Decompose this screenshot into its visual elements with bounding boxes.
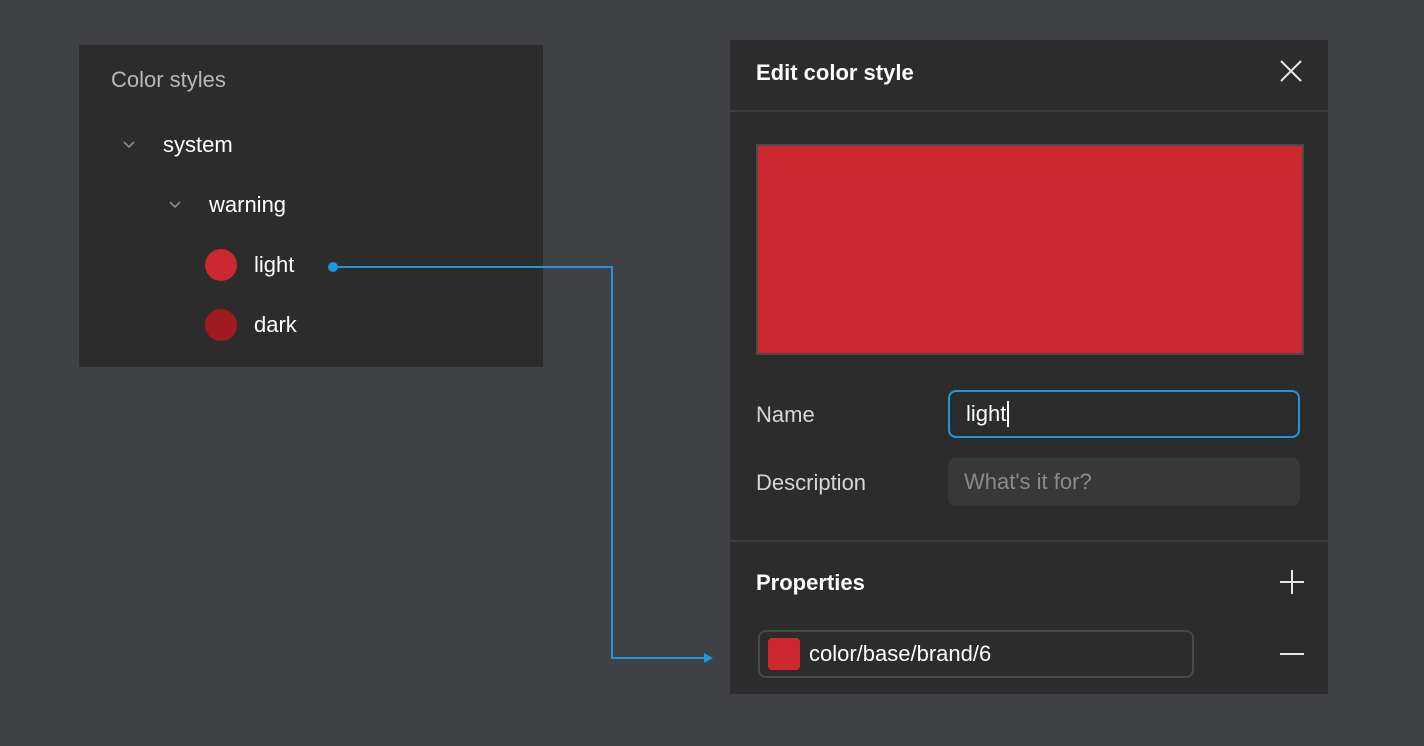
description-label: Description: [756, 470, 867, 495]
plus-icon[interactable]: [1278, 568, 1306, 596]
tree-item-light[interactable]: light: [205, 247, 294, 283]
divider: [730, 540, 1328, 542]
description-placeholder: What's it for?: [964, 469, 1092, 494]
tree-group-system[interactable]: system: [121, 127, 233, 163]
properties-title: Properties: [756, 570, 865, 595]
name-value: light: [966, 401, 1007, 426]
panel-title: Color styles: [111, 67, 226, 92]
tree-item-dark[interactable]: dark: [205, 307, 297, 343]
tree-item-label: light: [254, 252, 295, 277]
color-styles-panel: Color styles system warning light dark: [79, 45, 543, 367]
divider: [730, 110, 1328, 112]
description-input[interactable]: What's it for?: [948, 458, 1300, 506]
chevron-down-icon[interactable]: [121, 137, 137, 153]
text-caret: [1007, 401, 1010, 427]
tree-group-warning[interactable]: warning: [167, 187, 286, 223]
tree-subgroup-label: warning: [209, 192, 287, 217]
minus-icon[interactable]: [1278, 640, 1306, 668]
tree-item-label: dark: [254, 312, 297, 337]
property-color-reference[interactable]: color/base/brand/6: [758, 630, 1194, 678]
property-value: color/base/brand/6: [809, 641, 992, 666]
dialog-title: Edit color style: [756, 60, 914, 85]
name-input[interactable]: light: [948, 390, 1300, 438]
color-swatch: [205, 249, 237, 281]
tree-group-label: system: [163, 132, 233, 157]
color-preview: [756, 144, 1304, 355]
color-swatch: [205, 309, 237, 341]
color-swatch: [768, 638, 800, 670]
edit-color-style-dialog: Edit color style Name light Description …: [730, 40, 1328, 694]
name-label: Name: [756, 402, 815, 427]
close-icon[interactable]: [1278, 58, 1304, 84]
chevron-down-icon[interactable]: [167, 197, 183, 213]
